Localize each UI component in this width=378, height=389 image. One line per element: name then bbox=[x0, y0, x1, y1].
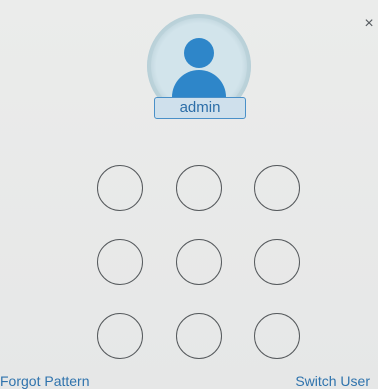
forgot-pattern-link[interactable]: Forgot Pattern bbox=[0, 373, 90, 389]
pattern-node-7[interactable] bbox=[97, 313, 143, 359]
pattern-login-dialog: × admin Forgot Pattern Switch User bbox=[0, 0, 378, 389]
pattern-node-9[interactable] bbox=[254, 313, 300, 359]
switch-user-link[interactable]: Switch User bbox=[295, 373, 370, 389]
pattern-node-4[interactable] bbox=[97, 239, 143, 285]
pattern-node-8[interactable] bbox=[176, 313, 222, 359]
person-icon bbox=[167, 32, 231, 102]
pattern-node-2[interactable] bbox=[176, 165, 222, 211]
username-label: admin bbox=[154, 97, 246, 119]
pattern-node-3[interactable] bbox=[254, 165, 300, 211]
pattern-node-6[interactable] bbox=[254, 239, 300, 285]
close-icon[interactable]: × bbox=[362, 16, 376, 32]
pattern-node-5[interactable] bbox=[176, 239, 222, 285]
person-icon-head bbox=[184, 38, 214, 68]
pattern-node-1[interactable] bbox=[97, 165, 143, 211]
